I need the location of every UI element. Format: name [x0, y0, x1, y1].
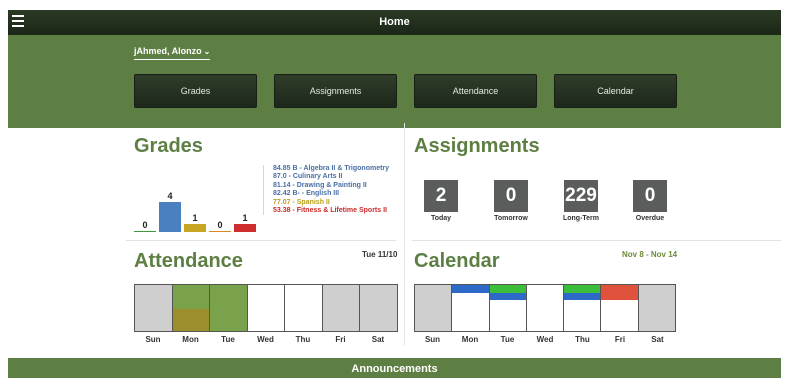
top-bar: Home [8, 10, 781, 35]
announcements-bar[interactable]: Announcements [8, 358, 781, 378]
course-grade-item[interactable]: 53.38 - Fitness & Lifetime Sports II [273, 207, 393, 215]
nav-calendar-button[interactable]: Calendar [554, 74, 677, 108]
grade-count-label: 4 [167, 191, 173, 201]
grade-count-bar[interactable] [159, 202, 181, 232]
grade-count-bar[interactable] [209, 231, 231, 232]
chevron-down-icon: ⌄ [203, 47, 211, 56]
day-label: Fri [335, 335, 346, 344]
attendance-day-mon[interactable] [173, 284, 210, 332]
nav-attendance-button[interactable]: Attendance [414, 74, 537, 108]
attendance-day-fri[interactable] [323, 284, 360, 332]
calendar-day-sat[interactable] [639, 284, 677, 332]
calendar-range: Nov 8 - Nov 14 [622, 250, 678, 259]
grade-count-bar[interactable] [184, 224, 206, 232]
student-selector[interactable]: jAhmed, Alonzo ⌄ [134, 46, 211, 60]
assignments-tomorrow-count[interactable]: 0 [494, 180, 528, 212]
horizontal-divider-left [126, 240, 396, 241]
attendance-day-thu[interactable] [285, 284, 323, 332]
grade-count-label: 1 [242, 213, 248, 223]
assignments-longterm-count[interactable]: 229 [564, 180, 598, 212]
day-label: Sat [371, 335, 385, 344]
nav-grades-button[interactable]: Grades [134, 74, 257, 108]
grades-course-list: 84.85 B - Algebra II & Trigonometry 87.0… [263, 165, 393, 216]
calendar-day-fri[interactable] [601, 284, 640, 332]
assignments-longterm-label: Long-Term [562, 215, 600, 222]
day-label: Wed [536, 335, 554, 344]
day-label: Thu [575, 335, 590, 344]
course-grade-item[interactable]: 77.07 - Spanish II [273, 199, 393, 207]
calendar-day-labels: Sun Mon Tue Wed Thu Fri Sat [414, 335, 676, 344]
header-panel: jAhmed, Alonzo ⌄ Grades Assignments Atten… [8, 35, 781, 128]
course-grade-item[interactable]: 82.42 B- - English III [273, 190, 393, 198]
day-label: Tue [500, 335, 515, 344]
grade-count-label: 0 [217, 220, 223, 230]
attendance-week-grid[interactable] [134, 284, 398, 332]
day-label: Sun [145, 335, 161, 344]
grade-count-bar[interactable] [134, 231, 156, 232]
calendar-day-mon[interactable] [451, 284, 490, 332]
grades-title[interactable]: Grades [134, 135, 203, 158]
course-grade-item[interactable]: 87.0 - Culinary Arts II [273, 173, 393, 181]
day-label: Wed [257, 335, 274, 344]
nav-assignments-button[interactable]: Assignments [274, 74, 397, 108]
assignments-today-count[interactable]: 2 [424, 180, 458, 212]
assignments-today-label: Today [430, 215, 452, 222]
course-grade-item[interactable]: 84.85 B - Algebra II & Trigonometry [273, 165, 393, 173]
vertical-divider [404, 123, 405, 345]
day-label: Fri [614, 335, 626, 344]
assignments-overdue-label: Overdue [635, 215, 665, 222]
attendance-title[interactable]: Attendance [134, 250, 243, 273]
assignments-title[interactable]: Assignments [414, 135, 540, 158]
page-title: Home [379, 16, 410, 28]
attendance-date: Tue 11/10 [362, 250, 398, 259]
grade-count-label: 1 [192, 213, 198, 223]
attendance-day-wed[interactable] [248, 284, 285, 332]
day-label: Mon [461, 335, 479, 344]
calendar-day-tue[interactable] [489, 284, 527, 332]
grade-count-label: 0 [142, 220, 148, 230]
attendance-day-tue[interactable] [210, 284, 248, 332]
calendar-day-sun[interactable] [415, 284, 452, 332]
attendance-day-sun[interactable] [135, 284, 173, 332]
calendar-day-wed[interactable] [526, 284, 565, 332]
calendar-week-grid[interactable] [414, 284, 677, 332]
grade-count-bar[interactable] [234, 224, 256, 232]
app-frame: Home jAhmed, Alonzo ⌄ Grades Assignments … [8, 10, 781, 378]
day-label: Thu [295, 335, 311, 344]
attendance-day-labels: Sun Mon Tue Wed Thu Fri Sat [134, 335, 397, 344]
attendance-day-sat[interactable] [360, 284, 398, 332]
student-name: jAhmed, Alonzo [134, 46, 202, 56]
assignments-overdue-count[interactable]: 0 [633, 180, 667, 212]
horizontal-divider-right [412, 240, 781, 241]
calendar-title[interactable]: Calendar [414, 250, 500, 273]
course-grade-item[interactable]: 81.14 - Drawing & Painting II [273, 182, 393, 190]
day-label: Mon [182, 335, 199, 344]
calendar-day-thu[interactable] [564, 284, 602, 332]
day-label: Sat [651, 335, 664, 344]
day-label: Sun [424, 335, 441, 344]
day-label: Tue [221, 335, 235, 344]
assignments-tomorrow-label: Tomorrow [494, 215, 528, 222]
